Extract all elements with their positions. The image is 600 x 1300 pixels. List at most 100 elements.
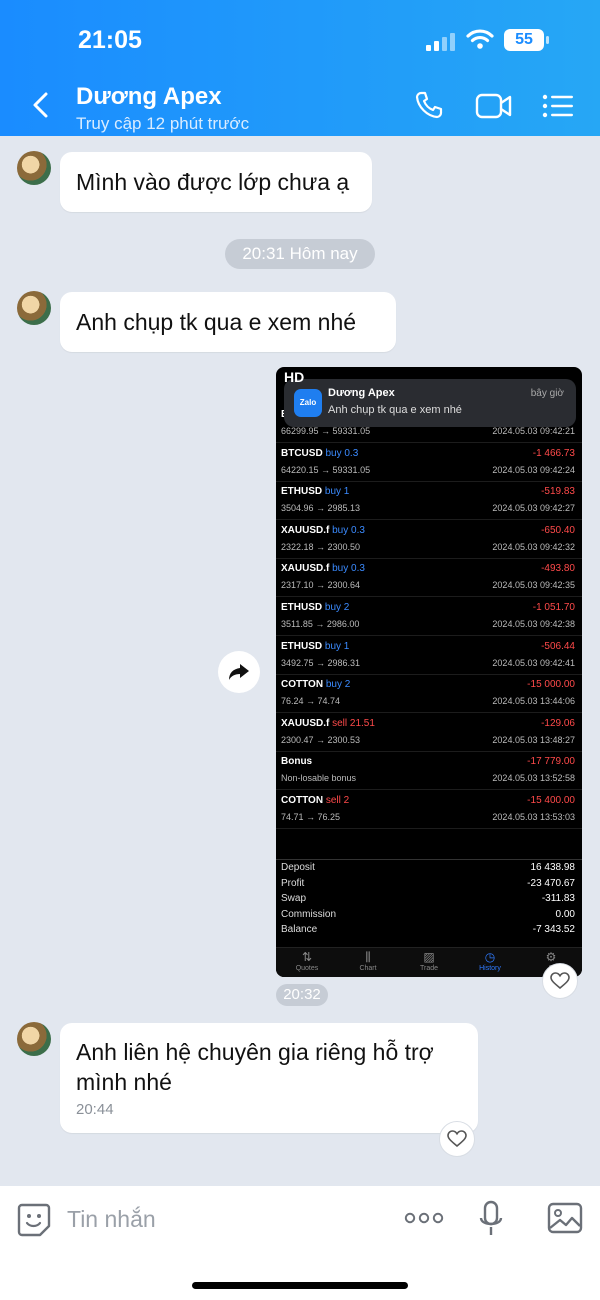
microphone-icon[interactable] — [479, 1200, 503, 1238]
trade-row: XAUUSD.f sell 21.51 2300.47 → 2300.53 -129… — [276, 714, 582, 752]
trade-profit: -17 779.00 — [527, 756, 575, 768]
trade-profit: -1 466.73 — [532, 447, 575, 459]
react-heart-button[interactable] — [542, 963, 578, 999]
trade-row: COTTON sell 2 74.71 → 76.25 -15 400.00 2024… — [276, 791, 582, 829]
trade-prices: Non-losable bonus — [281, 773, 357, 784]
message-bubble[interactable]: Anh liên hệ chuyên gia riêng hỗ trợ mình… — [60, 1023, 478, 1133]
shared-screenshot-image[interactable]: BTCUSD buy 0.566299.95 → 59331.05-3 484.… — [276, 367, 582, 977]
trade-prices: 3511.85 → 2986.00 — [281, 619, 360, 629]
trade-date: 2024.05.03 13:52:58 — [492, 773, 575, 784]
notification-banner: Zalo Dương Apex Anh chụp tk qua e xem nh… — [284, 379, 576, 427]
trade-row: BTCUSD buy 0.3 64220.15 → 59331.05 -1 466.… — [276, 444, 582, 482]
tab-trade: ▨ Trade — [409, 950, 449, 972]
contact-avatar[interactable] — [17, 291, 51, 325]
forward-arrow-icon — [229, 664, 249, 680]
trade-date: 2024.05.03 09:42:35 — [492, 580, 575, 591]
trade-row: XAUUSD.f buy 0.3 2317.10 → 2300.64 -493.80… — [276, 559, 582, 598]
trade-prices: 76.24 → 74.74 — [281, 696, 341, 707]
wifi-icon — [466, 29, 494, 49]
trade-symbol: Bonus — [281, 756, 313, 768]
message-composer: Tin nhắn — [0, 1186, 600, 1300]
trade-action: sell 21.51 — [332, 717, 375, 729]
tab-chart: ⫼ Chart — [348, 950, 388, 972]
trade-prices: 3504.96 → 2985.13 — [281, 503, 361, 514]
zalo-app-icon: Zalo — [294, 389, 322, 417]
forward-button[interactable] — [218, 651, 260, 693]
phone-call-icon[interactable] — [414, 90, 444, 120]
battery-indicator: 55 — [504, 29, 549, 51]
contact-last-seen: Truy cập 12 phút trước — [76, 114, 250, 133]
message-timestamp: 20:44 — [76, 1101, 114, 1118]
summary-row: Commission 0.00 — [281, 908, 575, 920]
message-text: mình nhé — [76, 1069, 172, 1095]
video-call-icon[interactable] — [475, 92, 513, 120]
trade-profit: -15 400.00 — [527, 795, 575, 806]
trade-action: buy 2 — [324, 602, 350, 613]
trade-prices: 64220.15 → 59331.05 — [281, 464, 371, 475]
summary-row: Deposit 16 438.98 — [281, 862, 575, 873]
history-icon: ◷ — [484, 950, 496, 964]
notification-time: bây giờ — [530, 388, 564, 399]
home-indicator — [192, 1282, 408, 1289]
trade-date: 2024.05.03 13:44:06 — [492, 696, 575, 707]
hd-badge: HD — [284, 369, 305, 385]
message-bubble[interactable]: Anh chụp tk qua e xem nhé — [60, 292, 396, 352]
more-options-icon[interactable] — [404, 1212, 444, 1224]
trade-date: 2024.05.03 09:42:27 — [492, 503, 575, 514]
trade-date: 2024.05.03 09:42:24 — [492, 464, 575, 475]
trade-action: buy 0.3 — [332, 524, 365, 536]
trade-symbol: XAUUSD.f buy 0.3 — [281, 524, 365, 536]
trade-date: 2024.05.03 13:53:03 — [492, 812, 575, 822]
trade-symbol: ETHUSD buy 1 — [281, 640, 350, 652]
time-divider: 20:31 Hôm nay — [225, 239, 375, 269]
trade-date: 2024.05.03 09:42:38 — [492, 619, 575, 629]
trade-prices: 66299.95 → 59331.05 — [281, 426, 371, 436]
trade-symbol: XAUUSD.f buy 0.3 — [281, 563, 365, 575]
trade-prices: 2300.47 → 2300.53 — [281, 734, 361, 745]
quotes-icon: ⇅ — [301, 950, 313, 964]
sticker-emoji-icon[interactable] — [16, 1202, 52, 1238]
trade-prices: 2317.10 → 2300.64 — [281, 580, 361, 591]
back-arrow-icon[interactable] — [28, 90, 54, 120]
trade-profit: -493.80 — [541, 563, 575, 575]
trade-date: 2024.05.03 09:42:21 — [492, 426, 575, 436]
trade-profit: -15 000.00 — [527, 679, 575, 691]
header-bar: 21:05 55 Dương Apex Truy cập 12 phút trư… — [0, 0, 600, 136]
message-input[interactable]: Tin nhắn — [67, 1206, 156, 1233]
trade-row: ETHUSD buy 1 3492.75 → 2986.31 -506.44 2024… — [276, 637, 582, 675]
message-bubble[interactable]: Mình vào được lớp chưa ạ — [60, 152, 372, 212]
app-tab-bar: ⇅Quotes ⫼Chart ▨Trade ◷History ⚙S — [276, 947, 582, 977]
contact-name[interactable]: Dương Apex — [76, 83, 222, 111]
trade-action: buy 0.3 — [332, 563, 365, 575]
menu-list-icon[interactable] — [542, 93, 574, 119]
heart-icon — [447, 1130, 467, 1148]
status-time: 21:05 — [78, 26, 142, 54]
trade-action: buy 0.3 — [325, 447, 359, 459]
candlestick-icon: ⫼ — [365, 950, 371, 964]
trade-action: sell 2 — [325, 795, 350, 806]
trade-date: 2024.05.03 13:48:27 — [492, 734, 575, 745]
contact-avatar[interactable] — [17, 151, 51, 185]
trade-row: COTTON buy 2 76.24 → 74.74 -15 000.00 2024.… — [276, 675, 582, 714]
trade-row: XAUUSD.f buy 0.3 2322.18 → 2300.50 -650.40… — [276, 521, 582, 559]
image-gallery-icon[interactable] — [547, 1202, 583, 1234]
trade-symbol: ETHUSD buy 1 — [281, 486, 350, 498]
trade-prices: 74.71 → 76.25 — [281, 812, 341, 822]
tab-quotes: ⇅ Quotes — [287, 950, 327, 972]
trade-row: Bonus Non-losable bonus -17 779.00 2024.05… — [276, 752, 582, 791]
contact-avatar[interactable] — [17, 1022, 51, 1056]
trade-symbol: ETHUSD buy 2 — [281, 602, 350, 613]
trade-symbol: XAUUSD.f sell 21.51 — [281, 717, 375, 729]
heart-icon — [550, 972, 570, 990]
message-text: Anh chụp tk qua e xem nhé — [76, 309, 357, 335]
trade-row: ETHUSD buy 2 3511.85 → 2986.00 -1 051.70 20… — [276, 598, 582, 636]
summary-row: Swap -311.83 — [281, 893, 575, 905]
trade-profit: -129.06 — [541, 717, 575, 729]
cellular-signal-icon — [426, 33, 456, 51]
trade-row: ETHUSD buy 1 3504.96 → 2985.13 -519.83 2024… — [276, 482, 582, 521]
trade-symbol: COTTON sell 2 — [281, 795, 350, 806]
image-timestamp: 20:32 — [276, 984, 328, 1006]
message-text: Anh liên hệ chuyên gia riêng hỗ trợ — [76, 1039, 434, 1065]
trade-prices: 3492.75 → 2986.31 — [281, 657, 361, 668]
react-heart-button[interactable] — [439, 1121, 475, 1157]
